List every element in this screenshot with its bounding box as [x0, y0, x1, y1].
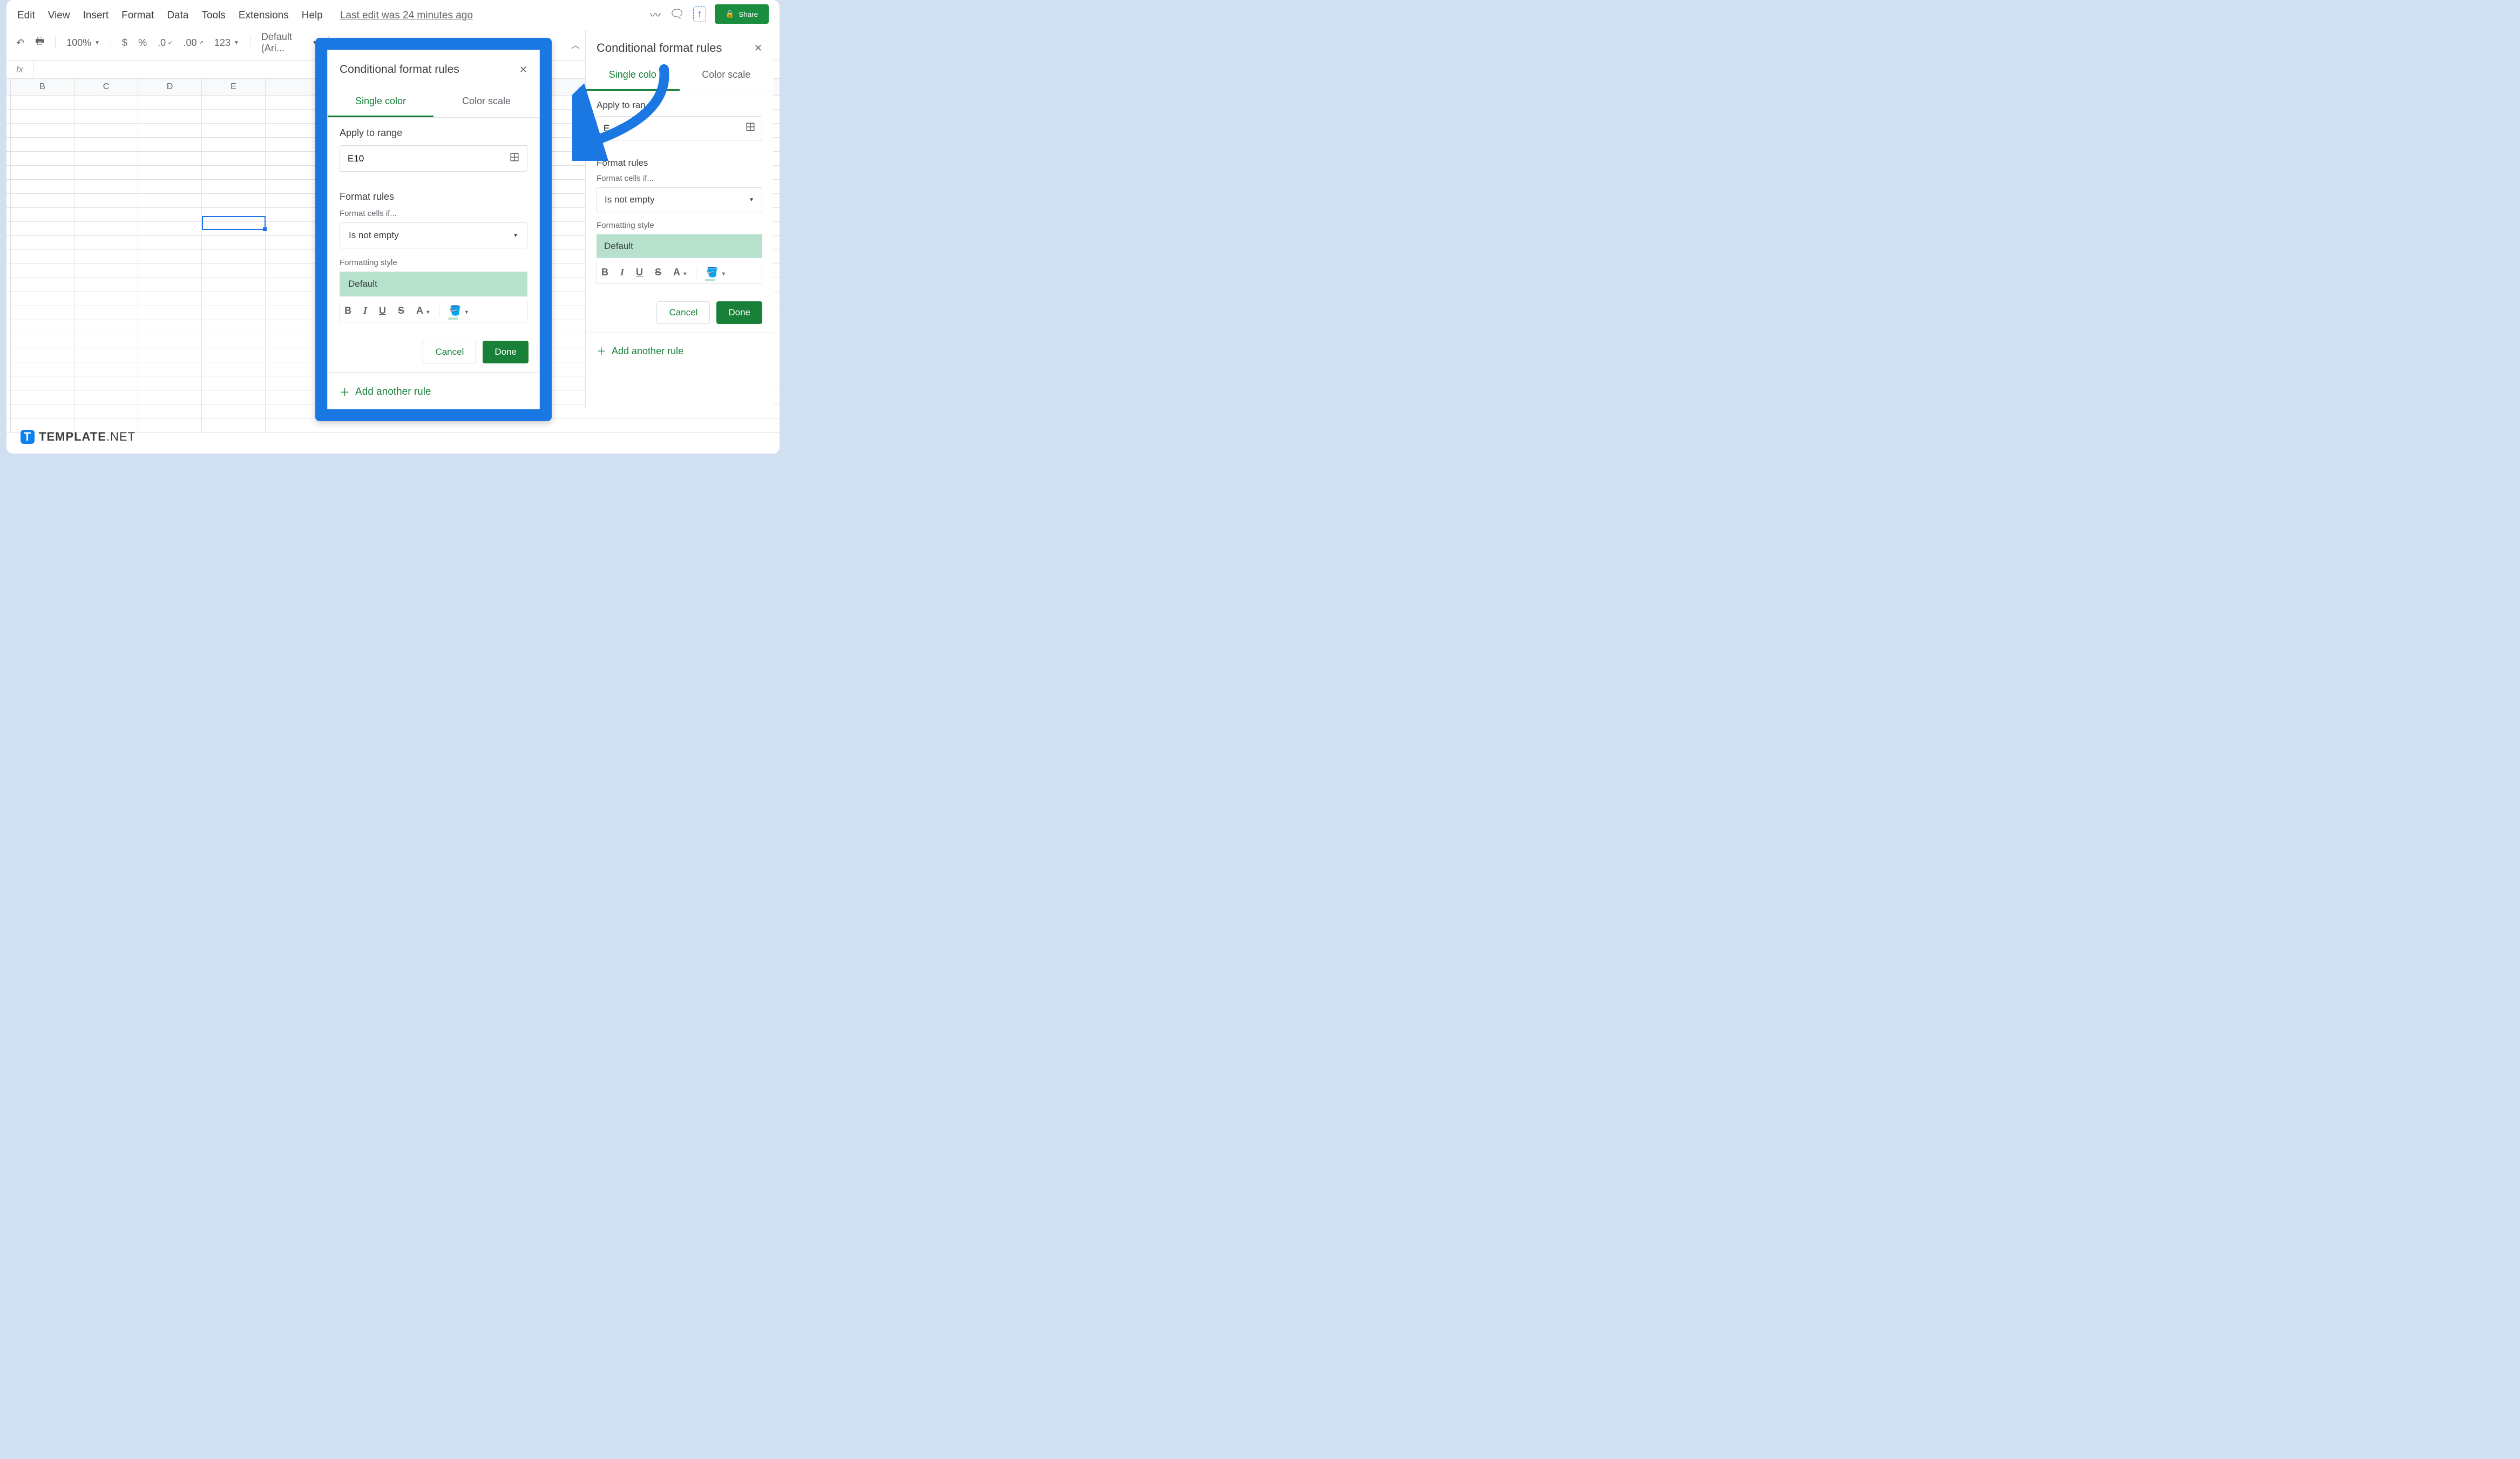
- currency-button[interactable]: $: [118, 35, 132, 51]
- menu-view[interactable]: View: [48, 10, 70, 22]
- range-input[interactable]: [604, 123, 725, 134]
- add-rule-button[interactable]: ＋ Add another rule: [586, 333, 773, 369]
- top-right-controls: 〰 🗨 ↑ 🔒 Share: [650, 4, 769, 24]
- col-header-d[interactable]: D: [138, 79, 202, 95]
- zoom-format-button-row: B I U S A ▾ 🪣 ▾: [340, 300, 527, 322]
- print-icon[interactable]: 🖶: [31, 32, 49, 53]
- zoom-plus-icon: ＋: [340, 384, 350, 399]
- font-select[interactable]: Default (Ari...▼: [257, 29, 322, 56]
- zoom-underline-icon[interactable]: U: [377, 304, 388, 318]
- apply-range-label: Apply to ran: [597, 100, 762, 111]
- grid-select-icon[interactable]: [746, 122, 755, 134]
- zoom-callout: Conditional format rules ✕ Single color …: [315, 38, 552, 421]
- menu-tools[interactable]: Tools: [201, 10, 225, 22]
- last-edit-link[interactable]: Last edit was 24 minutes ago: [340, 10, 473, 22]
- format-button-row: B I U S A ▾ 🪣 ▾: [597, 261, 762, 284]
- lock-icon: 🔒: [726, 10, 735, 18]
- conditional-format-sidebar: Conditional format rules ✕ Single colo C…: [585, 30, 773, 408]
- zoom-close-icon[interactable]: ✕: [519, 64, 527, 76]
- explore-icon[interactable]: 〰: [650, 6, 661, 22]
- share-label: Share: [739, 10, 758, 18]
- close-icon[interactable]: ✕: [754, 43, 762, 54]
- done-button[interactable]: Done: [716, 301, 762, 324]
- underline-icon[interactable]: U: [634, 266, 645, 279]
- menu-help[interactable]: Help: [302, 10, 323, 22]
- percent-button[interactable]: %: [134, 35, 151, 51]
- zoom-format-rules-label: Format rules: [340, 191, 527, 202]
- menu-data[interactable]: Data: [167, 10, 188, 22]
- watermark: T TEMPLATE.NET: [21, 430, 136, 444]
- menu-format[interactable]: Format: [121, 10, 154, 22]
- fx-label: fx: [6, 61, 33, 78]
- watermark-icon: T: [21, 430, 35, 444]
- col-header-c[interactable]: C: [74, 79, 138, 95]
- format-cells-if-label: Format cells if...: [597, 174, 762, 183]
- zoom-text-color-icon[interactable]: A ▾: [414, 304, 431, 318]
- text-color-icon[interactable]: A ▾: [671, 266, 688, 279]
- zoom-select[interactable]: 100%▼: [62, 35, 104, 51]
- vertical-scrollbar[interactable]: [578, 86, 583, 103]
- zoom-cancel-button[interactable]: Cancel: [423, 341, 476, 363]
- formatting-style-label: Formatting style: [597, 221, 762, 230]
- zoom-range-input[interactable]: [348, 153, 485, 164]
- zoom-format-cells-if-label: Format cells if...: [340, 209, 527, 218]
- zoom-style-preview: Default: [340, 272, 527, 296]
- chevron-down-icon: ▼: [749, 197, 754, 203]
- style-preview: Default: [597, 234, 762, 258]
- zoom-apply-range-label: Apply to range: [340, 127, 527, 139]
- comments-icon[interactable]: 🗨: [669, 7, 685, 21]
- panel-title: Conditional format rules: [597, 41, 722, 55]
- present-icon[interactable]: ↑: [693, 6, 706, 22]
- plus-icon: ＋: [597, 344, 606, 358]
- increase-decimal-button[interactable]: .00↗: [179, 35, 207, 51]
- zoom-bold-icon[interactable]: B: [342, 304, 354, 318]
- cancel-button[interactable]: Cancel: [656, 301, 710, 324]
- zoom-add-rule-button[interactable]: ＋ Add another rule: [328, 372, 539, 409]
- fill-color-icon[interactable]: 🪣 ▾: [704, 266, 727, 279]
- zoom-formatting-style-label: Formatting style: [340, 258, 527, 267]
- range-input-row: [597, 116, 762, 140]
- zoom-tab-single-color[interactable]: Single color: [328, 87, 433, 117]
- italic-icon[interactable]: I: [618, 266, 626, 279]
- zoom-tab-color-scale[interactable]: Color scale: [433, 87, 539, 117]
- zoom-panel-title: Conditional format rules: [340, 63, 459, 76]
- strikethrough-icon[interactable]: S: [653, 266, 663, 279]
- tab-color-scale[interactable]: Color scale: [680, 60, 774, 91]
- zoom-range-input-row: [340, 145, 527, 172]
- collapse-toolbar-icon[interactable]: ︿: [571, 38, 580, 51]
- share-button[interactable]: 🔒 Share: [715, 4, 769, 24]
- zoom-italic-icon[interactable]: I: [361, 304, 369, 318]
- col-header-b[interactable]: B: [11, 79, 74, 95]
- zoom-done-button[interactable]: Done: [483, 341, 529, 363]
- number-format-select[interactable]: 123▼: [210, 35, 243, 51]
- bold-icon[interactable]: B: [599, 266, 611, 279]
- decrease-decimal-button[interactable]: .0↙: [153, 35, 177, 51]
- undo-icon[interactable]: ↶: [12, 35, 29, 51]
- tab-single-color[interactable]: Single colo: [586, 60, 680, 91]
- col-header-e[interactable]: E: [202, 79, 266, 95]
- zoom-chevron-down-icon: ▼: [513, 233, 518, 239]
- menu-edit[interactable]: Edit: [17, 10, 35, 22]
- zoom-grid-select-icon[interactable]: [510, 152, 519, 165]
- format-rules-label: Format rules: [597, 158, 762, 168]
- zoom-condition-select[interactable]: Is not empty ▼: [340, 222, 527, 248]
- zoom-strikethrough-icon[interactable]: S: [396, 304, 407, 318]
- menu-extensions[interactable]: Extensions: [239, 10, 289, 22]
- condition-select[interactable]: Is not empty ▼: [597, 187, 762, 212]
- menu-insert[interactable]: Insert: [83, 10, 109, 22]
- zoom-fill-color-icon[interactable]: 🪣 ▾: [447, 304, 470, 318]
